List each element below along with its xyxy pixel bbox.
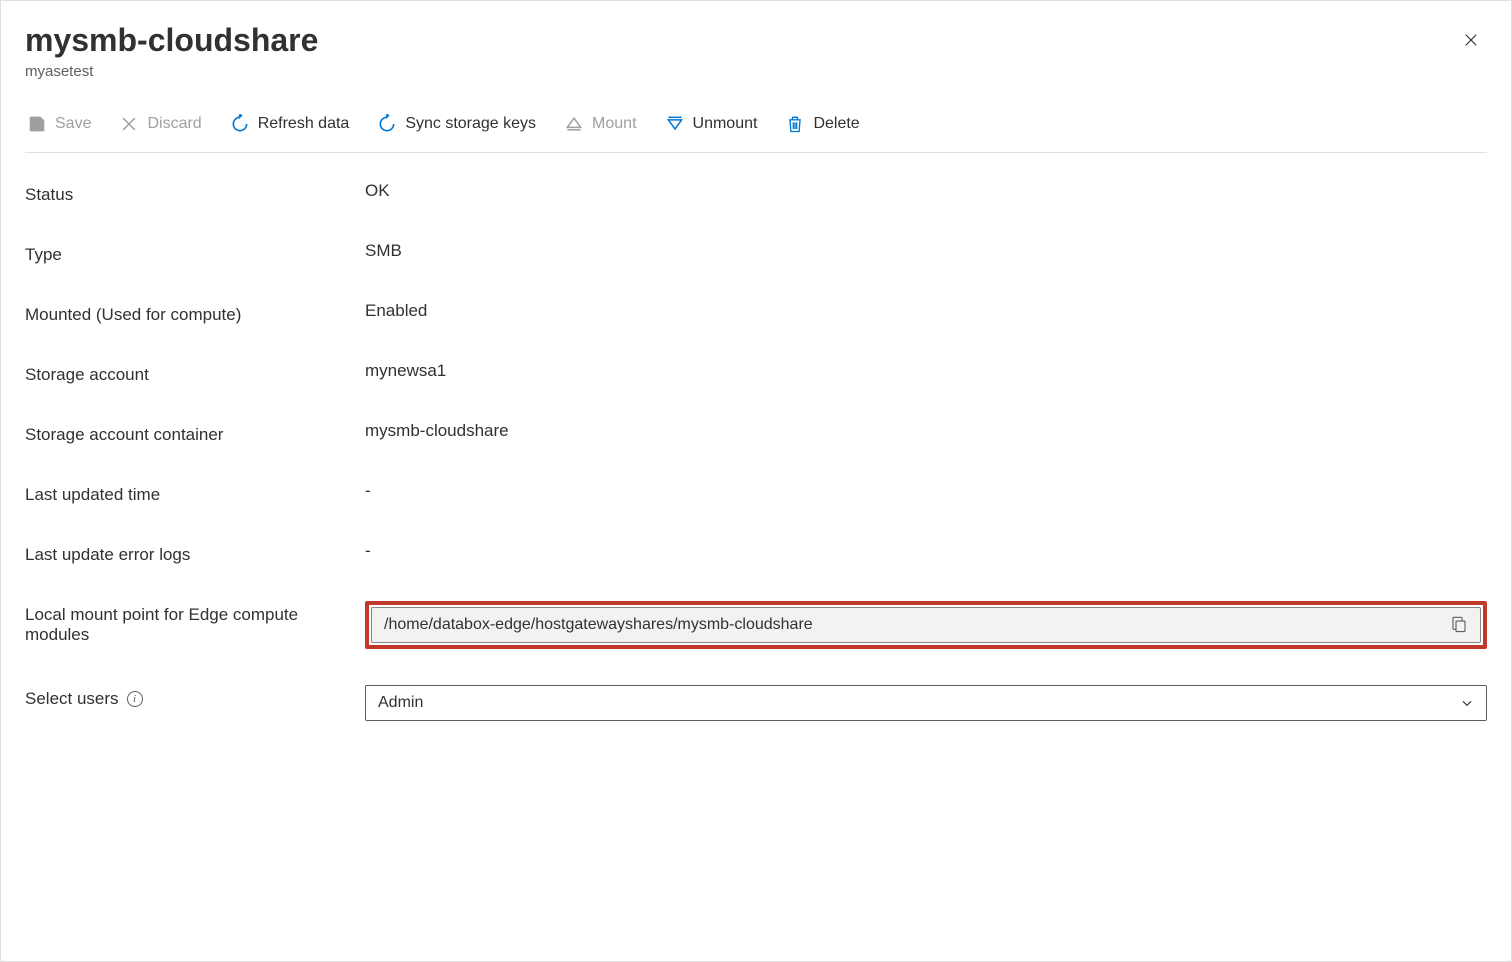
delete-icon (785, 114, 805, 134)
select-users-field: Admin (365, 685, 1487, 721)
select-users-label-text: Select users (25, 689, 119, 709)
discard-label: Discard (147, 115, 201, 133)
status-label: Status (25, 181, 365, 205)
type-value: SMB (365, 241, 1487, 261)
close-icon (1462, 31, 1480, 52)
sync-button[interactable]: Sync storage keys (375, 110, 538, 138)
resource-subtitle: myasetest (25, 63, 1487, 80)
mount-point-field: /home/databox-edge/hostgatewayshares/mys… (371, 607, 1481, 643)
container-label: Storage account container (25, 421, 365, 445)
type-row: Type SMB (25, 241, 1487, 265)
share-details-panel: mysmb-cloudshare myasetest Save (0, 0, 1512, 962)
copy-button[interactable] (1446, 611, 1472, 640)
select-users-value: Admin (378, 694, 423, 712)
delete-button[interactable]: Delete (783, 110, 861, 138)
unmount-label: Unmount (693, 115, 758, 133)
last-updated-row: Last updated time - (25, 481, 1487, 505)
info-icon[interactable]: i (127, 691, 143, 707)
type-label: Type (25, 241, 365, 265)
mount-button: Mount (562, 110, 638, 138)
status-value: OK (365, 181, 1487, 201)
storage-account-row: Storage account mynewsa1 (25, 361, 1487, 385)
mounted-label: Mounted (Used for compute) (25, 301, 365, 325)
unmount-button[interactable]: Unmount (663, 110, 760, 138)
last-updated-label: Last updated time (25, 481, 365, 505)
select-users-label: Select users i (25, 685, 365, 709)
error-logs-label: Last update error logs (25, 541, 365, 565)
status-row: Status OK (25, 181, 1487, 205)
panel-header: mysmb-cloudshare myasetest (25, 21, 1487, 80)
mount-point-row: Local mount point for Edge compute modul… (25, 601, 1487, 649)
refresh-label: Refresh data (258, 115, 350, 133)
command-toolbar: Save Discard Refresh data (25, 100, 1487, 153)
discard-icon (119, 114, 139, 134)
close-button[interactable] (1455, 25, 1487, 57)
unmount-icon (665, 114, 685, 134)
mount-icon (564, 114, 584, 134)
save-icon (27, 114, 47, 134)
error-logs-row: Last update error logs - (25, 541, 1487, 565)
delete-label: Delete (813, 115, 859, 133)
page-title: mysmb-cloudshare (25, 21, 1487, 59)
mounted-row: Mounted (Used for compute) Enabled (25, 301, 1487, 325)
last-updated-value: - (365, 481, 1487, 501)
sync-label: Sync storage keys (405, 115, 536, 133)
refresh-icon (230, 114, 250, 134)
mount-point-label: Local mount point for Edge compute modul… (25, 601, 365, 645)
discard-button: Discard (117, 110, 203, 138)
copy-icon (1450, 615, 1468, 636)
container-value: mysmb-cloudshare (365, 421, 1487, 441)
refresh-button[interactable]: Refresh data (228, 110, 352, 138)
save-label: Save (55, 115, 91, 133)
sync-icon (377, 114, 397, 134)
mounted-value: Enabled (365, 301, 1487, 321)
select-users-dropdown[interactable]: Admin (365, 685, 1487, 721)
storage-account-value: mynewsa1 (365, 361, 1487, 381)
storage-account-label: Storage account (25, 361, 365, 385)
error-logs-value: - (365, 541, 1487, 561)
select-users-row: Select users i Admin (25, 685, 1487, 721)
mount-label: Mount (592, 115, 636, 133)
mount-point-highlight: /home/databox-edge/hostgatewayshares/mys… (365, 601, 1487, 649)
chevron-down-icon (1460, 696, 1474, 710)
mount-point-value: /home/databox-edge/hostgatewayshares/mys… (384, 616, 1446, 634)
save-button: Save (25, 110, 93, 138)
container-row: Storage account container mysmb-cloudsha… (25, 421, 1487, 445)
